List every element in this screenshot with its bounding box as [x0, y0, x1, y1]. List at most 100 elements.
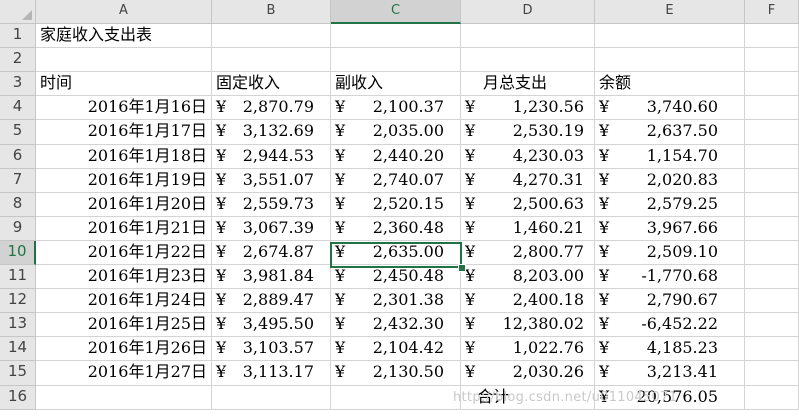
cell-b10[interactable]: ¥2,674.87: [212, 241, 331, 265]
cell-f4[interactable]: [745, 96, 799, 120]
row-header-16[interactable]: 16: [0, 386, 36, 410]
cell-b8[interactable]: ¥2,559.73: [212, 193, 331, 217]
cell-a3[interactable]: 时间: [36, 72, 212, 96]
cell-a14[interactable]: 2016年1月26日: [36, 337, 212, 361]
cell-d2[interactable]: [461, 48, 595, 72]
row-header-10[interactable]: 10: [0, 241, 36, 265]
cell-b6[interactable]: ¥2,944.53: [212, 145, 331, 169]
cell-c4[interactable]: ¥2,100.37: [331, 96, 461, 120]
select-all-corner[interactable]: [0, 0, 36, 24]
row-header-11[interactable]: 11: [0, 265, 36, 289]
column-header-e[interactable]: E: [595, 0, 745, 24]
cell-d10[interactable]: ¥2,800.77: [461, 241, 595, 265]
cell-c5[interactable]: ¥2,035.00: [331, 120, 461, 145]
cell-d4[interactable]: ¥1,230.56: [461, 96, 595, 120]
cell-b4[interactable]: ¥2,870.79: [212, 96, 331, 120]
row-header-15[interactable]: 15: [0, 361, 36, 386]
cell-b5[interactable]: ¥3,132.69: [212, 120, 331, 145]
cell-f13[interactable]: [745, 313, 799, 337]
cell-f6[interactable]: [745, 145, 799, 169]
column-header-f[interactable]: F: [745, 0, 799, 24]
cell-d1[interactable]: [461, 24, 595, 48]
cell-d12[interactable]: ¥2,400.18: [461, 289, 595, 313]
cell-b1[interactable]: [212, 24, 331, 48]
cell-c14[interactable]: ¥2,104.42: [331, 337, 461, 361]
cell-f2[interactable]: [745, 48, 799, 72]
column-header-d[interactable]: D: [461, 0, 595, 24]
cell-a2[interactable]: [36, 48, 212, 72]
cell-e10[interactable]: ¥2,509.10: [595, 241, 745, 265]
cell-a11[interactable]: 2016年1月23日: [36, 265, 212, 289]
cell-f12[interactable]: [745, 289, 799, 313]
row-header-2[interactable]: 2: [0, 48, 36, 72]
cell-c6[interactable]: ¥2,440.20: [331, 145, 461, 169]
row-header-9[interactable]: 9: [0, 217, 36, 241]
row-header-1[interactable]: 1: [0, 24, 36, 48]
spreadsheet-grid[interactable]: A B C D E F 1 家庭收入支出表 2 3 时间 固定收入 副收入 月总支出 余额 4 2016年1月1…: [0, 0, 799, 420]
cell-e9[interactable]: ¥3,967.66: [595, 217, 745, 241]
cell-a4[interactable]: 2016年1月16日: [36, 96, 212, 120]
cell-b14[interactable]: ¥3,103.57: [212, 337, 331, 361]
cell-a15[interactable]: 2016年1月27日: [36, 361, 212, 386]
cell-e14[interactable]: ¥4,185.23: [595, 337, 745, 361]
row-header-12[interactable]: 12: [0, 289, 36, 313]
cell-e15[interactable]: ¥3,213.41: [595, 361, 745, 386]
row-header-7[interactable]: 7: [0, 169, 36, 193]
cell-a6[interactable]: 2016年1月18日: [36, 145, 212, 169]
cell-b15[interactable]: ¥3,113.17: [212, 361, 331, 386]
cell-f14[interactable]: [745, 337, 799, 361]
cell-c12[interactable]: ¥2,301.38: [331, 289, 461, 313]
cell-b11[interactable]: ¥3,981.84: [212, 265, 331, 289]
cell-e6[interactable]: ¥1,154.70: [595, 145, 745, 169]
cell-e3[interactable]: 余额: [595, 72, 745, 96]
cell-d5[interactable]: ¥2,530.19: [461, 120, 595, 145]
cell-f15[interactable]: [745, 361, 799, 386]
cell-a1[interactable]: 家庭收入支出表: [36, 24, 212, 48]
cell-c2[interactable]: [331, 48, 461, 72]
cell-f9[interactable]: [745, 217, 799, 241]
cell-f5[interactable]: [745, 120, 799, 145]
cell-b2[interactable]: [212, 48, 331, 72]
row-header-6[interactable]: 6: [0, 145, 36, 169]
cell-f7[interactable]: [745, 169, 799, 193]
cell-d14[interactable]: ¥1,022.76: [461, 337, 595, 361]
cell-e8[interactable]: ¥2,579.25: [595, 193, 745, 217]
cell-d13[interactable]: ¥12,380.02: [461, 313, 595, 337]
selected-cell-c10[interactable]: [330, 242, 462, 268]
cell-c9[interactable]: ¥2,360.48: [331, 217, 461, 241]
column-header-b[interactable]: B: [212, 0, 331, 24]
cell-f11[interactable]: [745, 265, 799, 289]
cell-c15[interactable]: ¥2,130.50: [331, 361, 461, 386]
cell-f1[interactable]: [745, 24, 799, 48]
cell-c1[interactable]: [331, 24, 461, 48]
cell-d3[interactable]: 月总支出: [461, 72, 595, 96]
cell-b12[interactable]: ¥2,889.47: [212, 289, 331, 313]
cell-c7[interactable]: ¥2,740.07: [331, 169, 461, 193]
cell-a7[interactable]: 2016年1月19日: [36, 169, 212, 193]
row-header-4[interactable]: 4: [0, 96, 36, 120]
cell-c8[interactable]: ¥2,520.15: [331, 193, 461, 217]
cell-b3[interactable]: 固定收入: [212, 72, 331, 96]
cell-f10[interactable]: [745, 241, 799, 265]
cell-e12[interactable]: ¥2,790.67: [595, 289, 745, 313]
cell-e11[interactable]: ¥ -1,770.68: [595, 265, 745, 289]
cell-e5[interactable]: ¥2,637.50: [595, 120, 745, 145]
cell-b13[interactable]: ¥3,495.50: [212, 313, 331, 337]
cell-c11[interactable]: ¥2,450.48: [331, 265, 461, 289]
column-header-a[interactable]: A: [36, 0, 212, 24]
cell-d11[interactable]: ¥8,203.00: [461, 265, 595, 289]
cell-e13[interactable]: ¥ -6,452.22: [595, 313, 745, 337]
row-header-5[interactable]: 5: [0, 120, 36, 145]
cell-f8[interactable]: [745, 193, 799, 217]
cell-b7[interactable]: ¥3,551.07: [212, 169, 331, 193]
cell-a5[interactable]: 2016年1月17日: [36, 120, 212, 145]
cell-d6[interactable]: ¥4,230.03: [461, 145, 595, 169]
cell-e7[interactable]: ¥2,020.83: [595, 169, 745, 193]
cell-e4[interactable]: ¥3,740.60: [595, 96, 745, 120]
cell-f16[interactable]: [745, 386, 799, 410]
cell-d7[interactable]: ¥4,270.31: [461, 169, 595, 193]
cell-d9[interactable]: ¥1,460.21: [461, 217, 595, 241]
cell-a9[interactable]: 2016年1月21日: [36, 217, 212, 241]
row-header-14[interactable]: 14: [0, 337, 36, 361]
cell-a8[interactable]: 2016年1月20日: [36, 193, 212, 217]
